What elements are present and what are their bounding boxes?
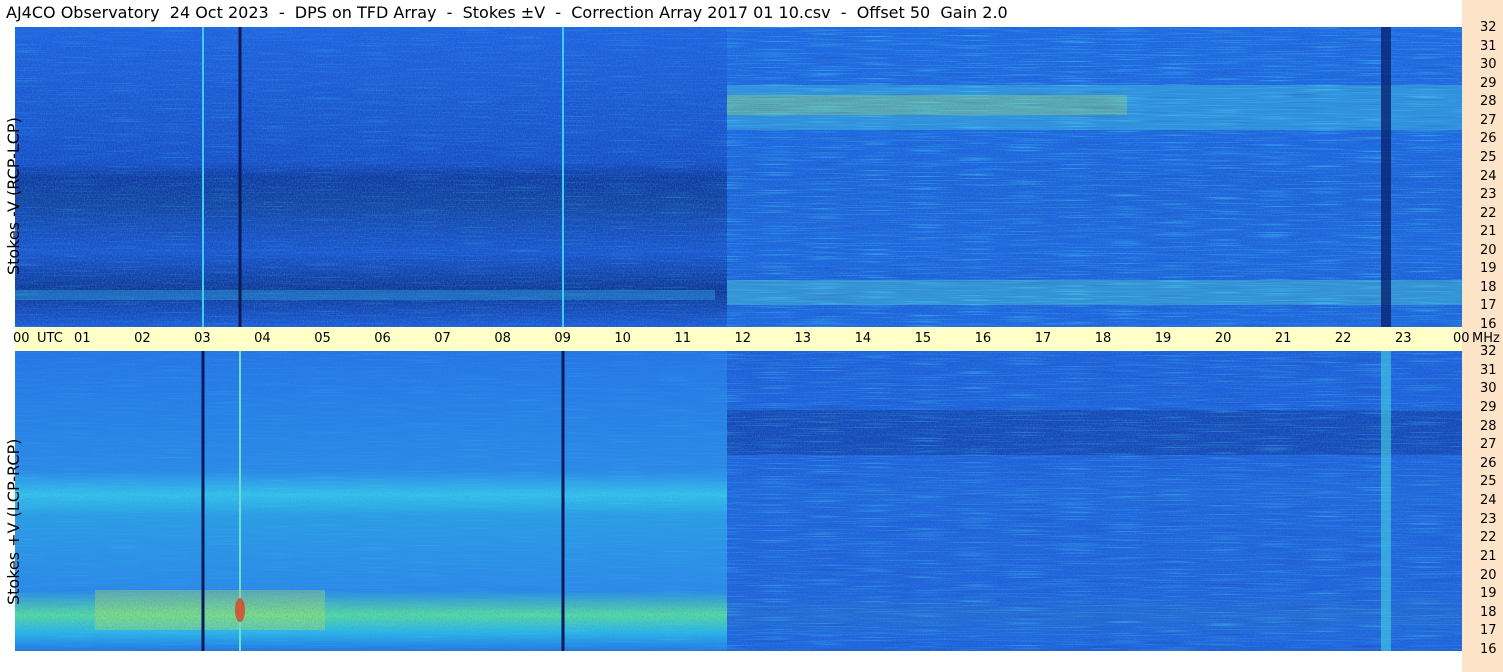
utc-tick-label: 15 bbox=[914, 331, 932, 346]
freq-tick-label: 24 bbox=[1480, 493, 1497, 508]
utc-tick-label: 20 bbox=[1214, 331, 1232, 346]
freq-tick-label: 19 bbox=[1480, 586, 1497, 602]
freq-tick-label: 26 bbox=[1480, 131, 1497, 147]
utc-unit-label: UTC bbox=[37, 331, 63, 346]
freq-tick-label: 22 bbox=[1480, 205, 1497, 221]
utc-tick-label: 09 bbox=[554, 331, 571, 346]
freq-tick-label: 21 bbox=[1480, 224, 1497, 240]
utc-tick-label: 18 bbox=[1094, 331, 1112, 346]
utc-tick-label: 03 bbox=[194, 331, 211, 346]
freq-tick-label: 29 bbox=[1480, 399, 1497, 415]
utc-tick-label: 05 bbox=[314, 331, 331, 346]
freq-tick-label: 16 bbox=[1480, 317, 1497, 332]
utc-tick-label: 06 bbox=[374, 331, 391, 346]
utc-tick-label: 01 bbox=[74, 331, 91, 346]
utc-tick-label: 10 bbox=[614, 331, 631, 346]
freq-tick-label: 18 bbox=[1480, 604, 1497, 620]
freq-tick-label: 22 bbox=[1480, 530, 1497, 546]
panel-bottom bbox=[15, 351, 1462, 651]
utc-tick-label: 14 bbox=[854, 331, 872, 346]
freq-tick-label: 28 bbox=[1480, 418, 1497, 434]
freq-tick-label: 17 bbox=[1480, 623, 1497, 639]
freq-tick-label: 31 bbox=[1480, 362, 1497, 378]
freq-tick-label: 28 bbox=[1480, 94, 1497, 110]
utc-tick-label: 02 bbox=[134, 331, 151, 346]
utc-tick-label: 08 bbox=[494, 331, 511, 346]
freq-tick-label: 19 bbox=[1480, 261, 1497, 277]
top-panel-label: Stokes -V (RCP-LCP) bbox=[4, 117, 23, 275]
utc-tick-label: 04 bbox=[254, 331, 271, 346]
utc-tick-label: 12 bbox=[734, 331, 752, 346]
bottom-panel-label: Stokes +V (LCP-RCP) bbox=[4, 438, 23, 605]
freq-tick-label: 16 bbox=[1480, 642, 1497, 657]
utc-tick-label: 13 bbox=[794, 331, 812, 346]
utc-tick-label: 23 bbox=[1394, 331, 1412, 346]
freq-tick-label: 21 bbox=[1480, 548, 1497, 564]
freq-tick-label: 23 bbox=[1480, 187, 1497, 203]
utc-tick-label: 00 bbox=[13, 331, 30, 346]
freq-tick-label: 25 bbox=[1480, 474, 1497, 490]
freq-tick-label: 20 bbox=[1480, 242, 1497, 258]
freq-tick-label: 27 bbox=[1480, 437, 1497, 453]
freq-tick-label: 17 bbox=[1480, 298, 1497, 314]
freq-tick-label: 32 bbox=[1480, 344, 1497, 359]
freq-tick-label: 24 bbox=[1480, 168, 1497, 184]
utc-tick-label: 19 bbox=[1154, 331, 1172, 346]
freq-tick-label: 31 bbox=[1480, 38, 1497, 54]
utc-tick-label: 21 bbox=[1274, 331, 1292, 346]
panel-top bbox=[15, 27, 1462, 327]
freq-tick-label: 29 bbox=[1480, 75, 1497, 91]
freq-tick-label: 20 bbox=[1480, 567, 1497, 583]
utc-tick-label: 17 bbox=[1034, 331, 1052, 346]
utc-tick-label: 22 bbox=[1334, 331, 1352, 346]
freq-tick-label: 25 bbox=[1480, 149, 1497, 165]
freq-tick-label: 23 bbox=[1480, 511, 1497, 527]
utc-tick-label: 07 bbox=[434, 331, 451, 346]
freq-tick-label: 26 bbox=[1480, 455, 1497, 471]
freq-tick-label: 18 bbox=[1480, 279, 1497, 295]
freq-tick-label: 32 bbox=[1480, 20, 1497, 35]
freq-tick-label: 30 bbox=[1480, 381, 1497, 397]
utc-tick-label: 00 bbox=[1453, 331, 1470, 346]
freq-tick-label: 27 bbox=[1480, 112, 1497, 128]
freq-tick-label: 30 bbox=[1480, 57, 1497, 73]
utc-tick-label: 16 bbox=[974, 331, 992, 346]
utc-tick-label: 11 bbox=[674, 331, 691, 346]
title-bar: AJ4CO Observatory 24 Oct 2023 - DPS on T… bbox=[0, 0, 1462, 27]
chart-title: AJ4CO Observatory 24 Oct 2023 - DPS on T… bbox=[6, 3, 1008, 22]
